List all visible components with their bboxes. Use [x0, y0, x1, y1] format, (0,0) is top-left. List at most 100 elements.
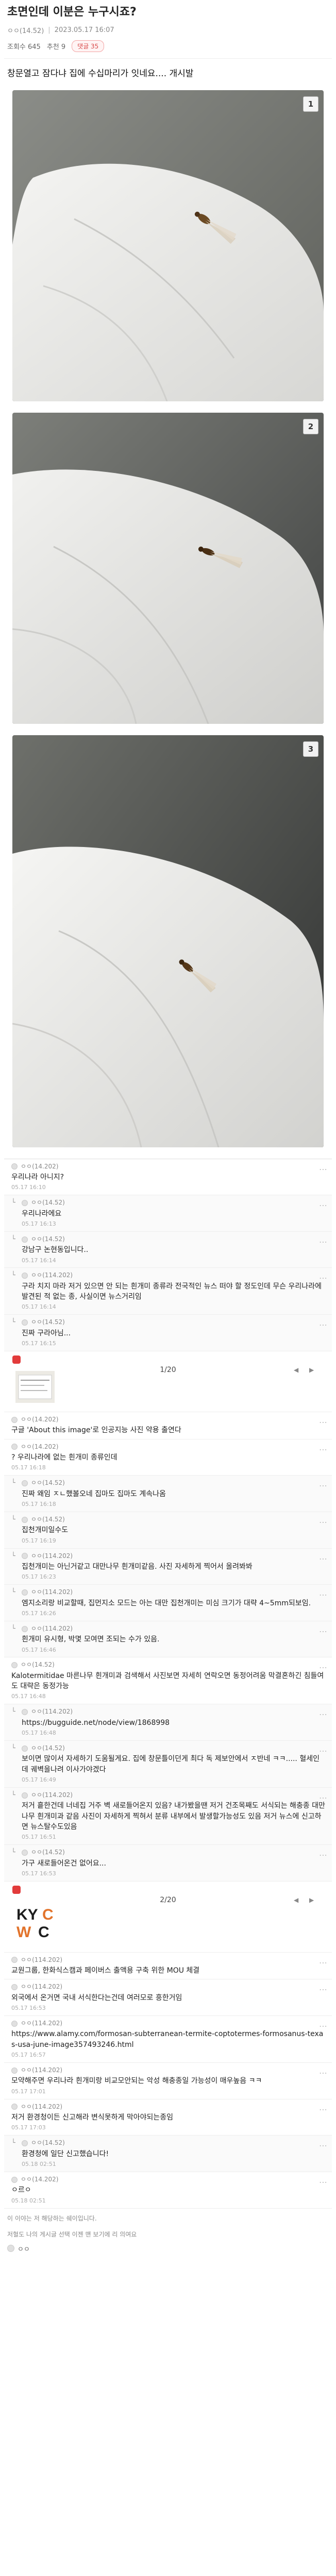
comment-author[interactable]: ㅇㅇ(14.52)	[31, 2139, 65, 2147]
more-options-icon[interactable]: ⋯	[319, 1199, 327, 1211]
post-photo-1[interactable]: 1	[12, 90, 324, 401]
comment-author[interactable]: ㅇㅇ(114.202)	[31, 1791, 73, 1800]
comment-reply[interactable]: ㅇㅇ(14.52) 보이면 많이서 자세하기 도움될게요. 집에 창문틀이던게 최…	[4, 1741, 332, 1788]
comment-reply[interactable]: ㅇㅇ(14.52) 환경청에 일단 신고했습니다! 05.18 02:51 ⋯	[4, 2136, 332, 2172]
chevron-left-icon[interactable]: ◀	[294, 1896, 303, 1905]
comment-author[interactable]: ㅇㅇ(114.202)	[31, 1707, 73, 1716]
comment-author[interactable]: ㅇㅇ(14.202)	[21, 2175, 58, 2184]
comment-head: ㅇㅇ(114.202)	[22, 1791, 326, 1800]
more-options-icon[interactable]: ⋯	[319, 2140, 327, 2151]
comment-author[interactable]: ㅇㅇ(14.202)	[21, 1415, 58, 1424]
comment-author[interactable]: ㅇㅇ(114.202)	[21, 1982, 62, 1991]
comment-item[interactable]: ㅇㅇ(14.52) Kalotermitidae 마른나무 흰개미과 검색해서 사…	[4, 1657, 332, 1705]
comment-item[interactable]: ㅇㅇ(114.202) 외국에서 온거면 국내 서식한다는건데 여러모로 흥한거임…	[4, 1979, 332, 2016]
comment-author[interactable]: ㅇㅇ(114.202)	[31, 1271, 73, 1280]
more-options-icon[interactable]: ⋯	[319, 1662, 327, 1673]
comment-reply[interactable]: ㅇㅇ(114.202) 흰개미 유시형, 박몇 모여면 조되는 수가 있음. 05.…	[4, 1621, 332, 1658]
more-options-icon[interactable]: ⋯	[319, 1553, 327, 1565]
avatar	[11, 2176, 18, 2183]
comment-author[interactable]: ㅇㅇ(114.202)	[21, 2066, 62, 2075]
comment-author[interactable]: ㅇㅇ(14.202)	[21, 1162, 58, 1171]
comment-author[interactable]: ㅇㅇ(14.202)	[21, 1443, 58, 1451]
comment-item[interactable]: ㅇㅇ(114.202) 저거 환경청이든 신고해라 변식못하게 막아야되는종임 05…	[4, 2099, 332, 2136]
comment-author[interactable]: ㅇㅇ(14.52)	[31, 1479, 65, 1487]
more-options-icon[interactable]: ⋯	[319, 1163, 327, 1175]
comment-reply[interactable]: ㅇㅇ(114.202) 엠지소리랑 비교할때, 집먼지소 모드는 아는 대만 집천…	[4, 1585, 332, 1621]
avatar	[11, 1444, 18, 1450]
more-options-icon[interactable]: ⋯	[319, 1957, 327, 1969]
chevron-right-icon[interactable]: ▶	[309, 1366, 318, 1375]
comment-item[interactable]: ㅇㅇ(114.202) 교원그룹, 한화식스캠과 페이버스 출액용 구축 위한 M…	[4, 1953, 332, 1980]
comment-author[interactable]: ㅇㅇ(14.52)	[31, 1515, 65, 1524]
comment-reply[interactable]: ㅇㅇ(14.52) 진짜 왜임 ㅈㄴ했볼오네 집마도 집마도 계속나옴 05.17 …	[4, 1476, 332, 1512]
comment-reply[interactable]: ㅇㅇ(114.202) https://bugguide.net/node/vie…	[4, 1704, 332, 1741]
more-options-icon[interactable]: ⋯	[319, 2176, 327, 2188]
comment-author[interactable]: ㅇㅇ(14.52)	[31, 1318, 65, 1327]
comment-reply[interactable]: ㅇㅇ(14.52) 가구 새로들어온건 없어요... 05.17 16:53 ⋯	[4, 1845, 332, 1882]
more-options-icon[interactable]: ⋯	[319, 1589, 327, 1601]
comment-author[interactable]: ㅇㅇ(114.202)	[31, 1624, 73, 1633]
comment-author[interactable]: ㅇㅇ(14.52)	[31, 1848, 65, 1857]
comments-count-pill[interactable]: 댓글 35	[72, 40, 105, 52]
more-options-icon[interactable]: ⋯	[319, 1236, 327, 1248]
comment-author[interactable]: ㅇㅇ(114.202)	[21, 2019, 62, 2028]
comment-author[interactable]: ㅇㅇ(14.52)	[31, 1198, 65, 1207]
comment-author[interactable]: ㅇㅇ(114.202)	[31, 1552, 73, 1561]
comment-author[interactable]: ㅇㅇ(14.52)	[31, 1744, 65, 1753]
more-options-icon[interactable]: ⋯	[319, 1444, 327, 1455]
comment-reply[interactable]: ㅇㅇ(14.52) 집천개미일수도 05.17 16:19 ⋯	[4, 1512, 332, 1549]
more-options-icon[interactable]: ⋯	[319, 1745, 327, 1757]
comment-time: 05.17 16:15	[22, 1340, 56, 1347]
comment-text: 저거 환경청이든 신고해라 변식못하게 막아야되는종임	[11, 2113, 174, 2122]
more-options-icon[interactable]: ⋯	[319, 1516, 327, 1528]
more-options-icon[interactable]: ⋯	[319, 2067, 327, 2079]
comment-item[interactable]: ㅇㅇ(14.202) ? 우리나라에 없는 흰개미 종류인데 05.17 16:18…	[4, 1439, 332, 1476]
post-photo-3[interactable]: 3	[12, 735, 324, 1147]
more-options-icon[interactable]: ⋯	[319, 1984, 327, 1995]
more-options-icon[interactable]: ⋯	[319, 1849, 327, 1861]
comment-item[interactable]: ㅇㅇ(14.202) ㅇ르ㅇ 05.18 02:51 ⋯	[4, 2172, 332, 2209]
more-options-icon[interactable]: ⋯	[319, 2104, 327, 2115]
more-options-icon[interactable]: ⋯	[319, 1708, 327, 1720]
image-comment-card-1[interactable]: 1/20 ◀ ▶	[4, 1351, 332, 1413]
more-options-icon[interactable]: ⋯	[319, 1416, 327, 1428]
post-stats: 조회수 645 추천 9 댓글 35	[4, 38, 332, 59]
comment-head: ㅇㅇ(114.202)	[11, 2103, 326, 2111]
more-options-icon[interactable]: ⋯	[319, 1792, 327, 1804]
more-options-icon[interactable]: ⋯	[319, 1319, 327, 1331]
comment-reply[interactable]: ㅇㅇ(114.202) 구라 치지 마라 저거 있으면 안 되는 흰개미 종류라 …	[4, 1268, 332, 1315]
comment-item[interactable]: ㅇㅇ(14.202) 구글 'About this image'로 인공지능 사진…	[4, 1412, 332, 1439]
comment-reply[interactable]: ㅇㅇ(14.52) 강남구 논현동입니다.. 05.17 16:14 ⋯	[4, 1231, 332, 1268]
image-thumbnail[interactable]	[15, 1371, 55, 1403]
kycwc-logo[interactable]: KY C W C	[15, 1904, 62, 1940]
footer-author[interactable]: ㅇㅇ	[4, 2241, 332, 2261]
comment-reply[interactable]: ㅇㅇ(14.52) 진짜 구라아님... 05.17 16:15 ⋯	[4, 1315, 332, 1352]
comment-reply[interactable]: ㅇㅇ(114.202)집천개미는 아닌거같고 대만나무 흰개미같음. 사진 자세…	[4, 1548, 332, 1585]
comment-time: 05.17 16:49	[22, 1776, 56, 1783]
comment-text: ㅇ르ㅇ	[11, 2186, 31, 2195]
comment-author[interactable]: ㅇㅇ(114.202)	[21, 2103, 62, 2111]
author-name[interactable]: ㅇㅇ(14.52)	[7, 25, 44, 35]
comment-author[interactable]: ㅇㅇ(114.202)	[31, 1588, 73, 1597]
post-photo-2[interactable]: 2	[12, 412, 324, 724]
comment-item[interactable]: ㅇㅇ(114.202) https://www.alamy.com/formosa…	[4, 2016, 332, 2063]
avatar	[11, 1416, 18, 1423]
more-options-icon[interactable]: ⋯	[319, 1272, 327, 1284]
more-options-icon[interactable]: ⋯	[319, 2020, 327, 2032]
avatar	[22, 1236, 28, 1243]
comment-reply[interactable]: ㅇㅇ(14.52) 우리나라에요 05.17 16:13 ⋯	[4, 1195, 332, 1232]
avatar	[22, 1792, 28, 1799]
chevron-left-icon[interactable]: ◀	[294, 1366, 303, 1375]
comment-author[interactable]: ㅇㅇ(14.52)	[21, 1660, 55, 1669]
comment-reply[interactable]: ㅇㅇ(114.202) 저거 흩한건데 너네집 거주 벽 새로들어온지 있음? 내…	[4, 1787, 332, 1845]
image-comment-card-2[interactable]: KY C W C 2/20 ◀ ▶	[4, 1882, 332, 1953]
comment-author[interactable]: ㅇㅇ(14.52)	[31, 1235, 65, 1244]
comment-time: 05.17 16:57	[11, 2052, 46, 2059]
chevron-right-icon[interactable]: ▶	[309, 1896, 318, 1905]
comment-item[interactable]: ㅇㅇ(14.202) 우리나라 아니지? 05.17 16:10 ⋯	[4, 1159, 332, 1196]
comment-item[interactable]: ㅇㅇ(114.202) 모약해주면 우리나라 흰개미랑 비교모안되는 악성 해충종…	[4, 2063, 332, 2099]
comment-author[interactable]: ㅇㅇ(114.202)	[21, 1956, 62, 1964]
more-options-icon[interactable]: ⋯	[319, 1625, 327, 1637]
comment-text: 집천개미는 아닌거같고 대만나무 흰개미같음. 사진 자세하게 찍어서 올려봐봐	[22, 1562, 253, 1571]
more-options-icon[interactable]: ⋯	[319, 1480, 327, 1492]
